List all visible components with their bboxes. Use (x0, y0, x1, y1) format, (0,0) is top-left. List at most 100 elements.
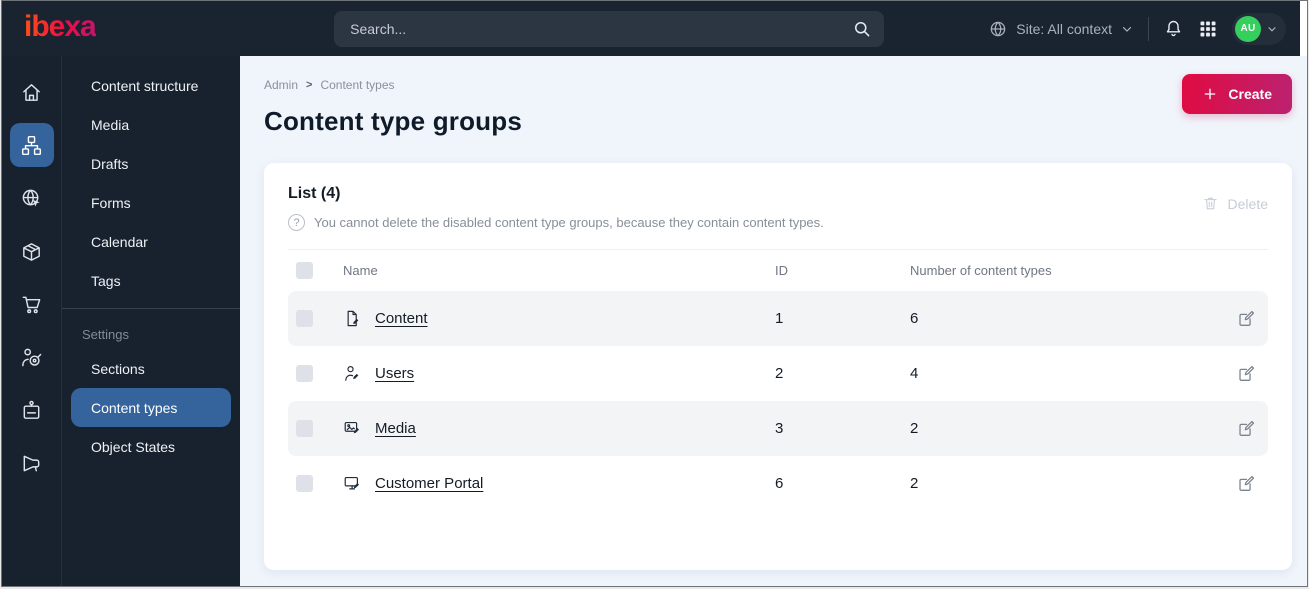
table-row: Customer Portal 6 2 (288, 456, 1268, 511)
site-globe-icon[interactable] (10, 176, 54, 220)
product-box-icon[interactable] (10, 229, 54, 273)
row-checkbox[interactable] (296, 420, 313, 437)
group-count: 2 (910, 420, 919, 437)
search-icon[interactable] (852, 19, 872, 39)
table-row: Media 3 2 (288, 401, 1268, 456)
body-row: Content structure Media Drafts Forms Cal… (2, 56, 1307, 586)
row-checkbox[interactable] (296, 475, 313, 492)
list-title: List (4) (288, 185, 341, 202)
column-id: ID (775, 263, 788, 278)
sidebar-item-forms[interactable]: Forms (71, 183, 231, 222)
table-row: Users 2 4 (288, 346, 1268, 401)
edit-icon[interactable] (1237, 309, 1256, 328)
trash-icon (1202, 195, 1219, 212)
card-header: List (4) ? You cannot delete the disable… (288, 185, 1268, 231)
menu-divider (62, 308, 240, 309)
column-count: Number of content types (910, 263, 1052, 278)
sidebar-item-label: Media (91, 116, 130, 133)
table-header: Name ID Number of content types (288, 249, 1268, 291)
list-note-text: You cannot delete the disabled content t… (314, 215, 824, 230)
sidebar-item-drafts[interactable]: Drafts (71, 144, 231, 183)
content-type-groups-table: Name ID Number of content types Content … (288, 249, 1268, 511)
global-search[interactable] (334, 10, 885, 47)
sidebar-item-content-structure[interactable]: Content structure (71, 66, 231, 105)
page-header: Admin > Content types Content type group… (264, 74, 1292, 137)
user-edit-icon (343, 364, 362, 383)
sidebar-item-label: Content structure (91, 77, 199, 94)
edit-icon[interactable] (1237, 474, 1256, 493)
group-count: 6 (910, 310, 919, 327)
create-button-label: Create (1228, 86, 1272, 102)
grid-icon[interactable] (1198, 19, 1218, 39)
cart-icon[interactable] (10, 282, 54, 326)
group-link[interactable]: Media (375, 420, 416, 437)
ibexa-logo: ibexa (24, 9, 97, 43)
group-link[interactable]: Customer Portal (375, 475, 483, 492)
group-id: 3 (775, 420, 784, 437)
group-count: 4 (910, 365, 919, 382)
sidebar-item-label: Sections (91, 360, 145, 377)
group-id: 1 (775, 310, 784, 327)
sidebar-item-sections[interactable]: Sections (71, 349, 231, 388)
search-zone (240, 10, 978, 47)
group-count: 2 (910, 475, 919, 492)
list-note: ? You cannot delete the disabled content… (288, 214, 824, 231)
personalization-target-icon[interactable] (10, 335, 54, 379)
site-context-label: Site: All context (1016, 20, 1112, 37)
breadcrumb: Admin > Content types (264, 78, 522, 92)
row-checkbox[interactable] (296, 310, 313, 327)
corporate-badge-icon[interactable] (10, 388, 54, 432)
page-title: Content type groups (264, 106, 523, 136)
create-button[interactable]: Create (1182, 74, 1292, 114)
help-icon: ? (288, 214, 305, 231)
megaphone-icon[interactable] (10, 441, 54, 485)
image-edit-icon (343, 419, 362, 438)
sidebar-item-content-types[interactable]: Content types (71, 388, 231, 427)
sidebar-item-label: Forms (91, 194, 131, 211)
sidebar-item-label: Content types (91, 399, 178, 416)
home-icon[interactable] (10, 70, 54, 114)
group-link[interactable]: Content (375, 310, 428, 327)
sidebar-item-label: Tags (91, 272, 121, 289)
main-content: Admin > Content types Content type group… (240, 56, 1307, 586)
edit-icon[interactable] (1237, 364, 1256, 383)
table-row: Content 1 6 (288, 291, 1268, 346)
sidebar-item-tags[interactable]: Tags (71, 261, 231, 300)
settings-section-label: Settings (82, 326, 129, 342)
select-all-checkbox[interactable] (296, 262, 313, 279)
globe-icon (988, 19, 1008, 39)
sidebar-item-calendar[interactable]: Calendar (71, 222, 231, 261)
bell-icon[interactable] (1163, 18, 1184, 39)
group-id: 6 (775, 475, 784, 492)
site-context-selector[interactable]: Site: All context (988, 19, 1134, 39)
group-id: 2 (775, 365, 784, 382)
breadcrumb-separator: > (306, 79, 313, 91)
column-name: Name (343, 263, 378, 278)
group-link[interactable]: Users (375, 365, 414, 382)
user-menu[interactable]: AU (1232, 12, 1286, 45)
delete-button-label: Delete (1227, 195, 1268, 212)
topbar: ibexa Site: All context (2, 1, 1300, 56)
avatar: AU (1235, 15, 1261, 42)
delete-button[interactable]: Delete (1202, 195, 1268, 212)
sidebar-item-label: Object States (91, 438, 176, 455)
chevron-down-icon (1266, 23, 1278, 35)
sidebar-rail (2, 56, 62, 586)
row-checkbox[interactable] (296, 365, 313, 382)
topbar-divider (1148, 16, 1149, 41)
app-window: ibexa Site: All context (1, 0, 1308, 587)
file-edit-icon (343, 309, 362, 328)
logo-zone: ibexa (2, 9, 240, 44)
sidebar-item-label: Calendar (91, 233, 148, 250)
sidebar-item-object-states[interactable]: Object States (71, 427, 231, 466)
breadcrumb-current: Content types (320, 78, 395, 92)
chevron-down-icon (1120, 22, 1134, 36)
sidebar-item-media[interactable]: Media (71, 105, 231, 144)
breadcrumb-admin[interactable]: Admin (264, 78, 298, 92)
sidebar-menu: Content structure Media Drafts Forms Cal… (62, 56, 240, 586)
search-input[interactable] (350, 20, 853, 37)
sidebar-item-label: Drafts (91, 155, 129, 172)
edit-icon[interactable] (1237, 419, 1256, 438)
topbar-controls: Site: All context AU (978, 12, 1300, 45)
content-tree-icon[interactable] (9, 123, 54, 167)
